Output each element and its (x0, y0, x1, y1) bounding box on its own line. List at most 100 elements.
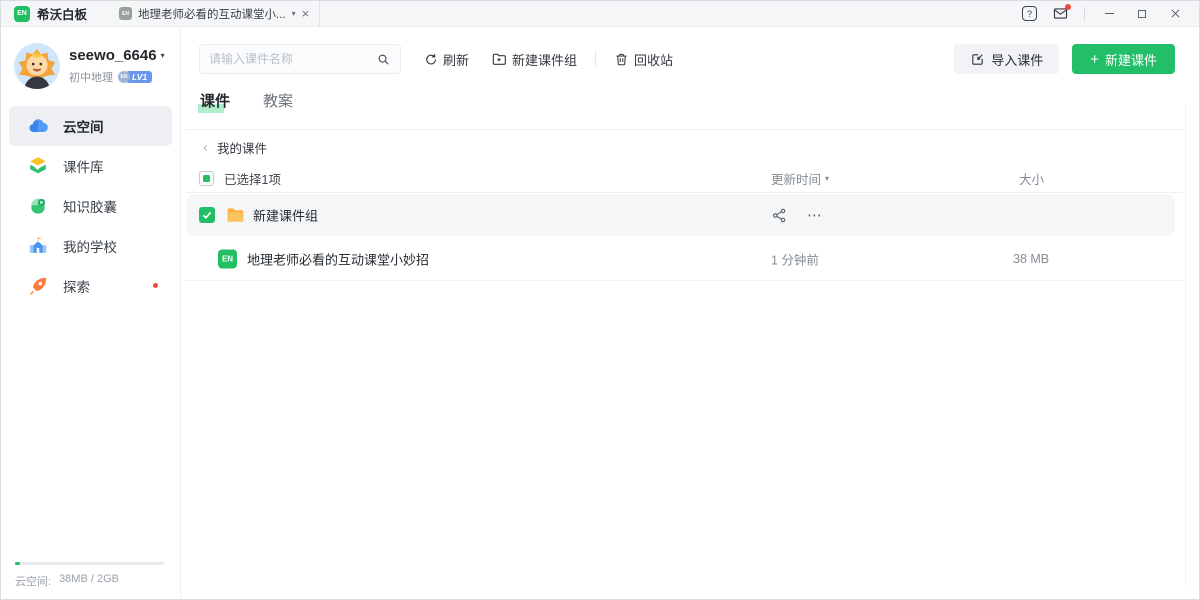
school-icon (27, 235, 49, 257)
recycle-bin-button[interactable]: 回收站 (614, 50, 673, 69)
sidebar-item-courseware-library[interactable]: 课件库 (9, 146, 172, 186)
en-badge-icon: EN (118, 71, 130, 83)
refresh-button[interactable]: 刷新 (423, 50, 469, 69)
divider (186, 129, 1184, 130)
new-group-button[interactable]: 新建课件组 (491, 50, 577, 69)
import-courseware-button[interactable]: 导入课件 (954, 44, 1059, 74)
library-icon (27, 155, 49, 177)
content-tabs: 课件 教案 (200, 90, 293, 111)
app-window: EN 希沃白板 EN 地理老师必看的互动课堂小... ▾ × ? (0, 0, 1200, 600)
rocket-icon (27, 275, 49, 297)
close-button[interactable] (1166, 5, 1184, 23)
sidebar-menu: 云空间 课件库 知识胶囊 (9, 106, 172, 306)
cloud-icon (27, 115, 49, 137)
trash-icon (614, 52, 629, 67)
courseware-file-icon: EN (218, 250, 237, 269)
sidebar-item-cloud-space[interactable]: 云空间 (9, 106, 172, 146)
sidebar-item-explore[interactable]: 探索 (9, 266, 172, 306)
notification-dot (1065, 4, 1071, 10)
table-row-courseware[interactable]: EN 地理老师必看的互动课堂小妙招 1 分钟前 38 MB (187, 238, 1175, 280)
capsule-icon (27, 195, 49, 217)
profile-text: seewo_6646 ▾ 初中地理 EN LV1 (69, 47, 165, 85)
recycle-bin-label: 回收站 (634, 50, 673, 69)
chevron-down-icon[interactable]: ▾ (292, 9, 296, 18)
search-input[interactable] (209, 52, 376, 66)
import-courseware-label: 导入课件 (991, 50, 1043, 69)
row-size: 38 MB (1013, 252, 1049, 266)
titlebar-controls: ? (1022, 5, 1199, 23)
column-time-label: 更新时间 (771, 169, 821, 188)
document-icon: EN (119, 7, 132, 20)
avatar[interactable] (14, 43, 60, 89)
sidebar-item-label: 云空间 (63, 116, 104, 136)
list-header: 已选择1项 更新时间 ▾ 大小 (199, 165, 1175, 191)
storage-value: 38MB / 2GB (59, 573, 119, 589)
search-icon[interactable] (376, 52, 391, 67)
row-updated-time: 1 分钟前 (771, 250, 819, 269)
search-box[interactable] (199, 44, 401, 74)
sidebar: seewo_6646 ▾ 初中地理 EN LV1 云空间 (1, 28, 181, 599)
document-tab-title: 地理老师必看的互动课堂小... (138, 6, 286, 22)
tab-close-icon[interactable]: × (302, 7, 310, 20)
sidebar-item-my-school[interactable]: 我的学校 (9, 226, 172, 266)
tab-courseware[interactable]: 课件 (200, 90, 230, 111)
app-title: 希沃白板 (37, 4, 87, 23)
sidebar-item-label: 探索 (63, 276, 90, 296)
sort-caret-icon: ▾ (825, 174, 829, 183)
column-header-size: 大小 (1019, 169, 1044, 188)
select-all-checkbox[interactable] (199, 171, 214, 186)
chevron-left-icon[interactable]: ‹ (203, 140, 208, 155)
minimize-button[interactable] (1100, 5, 1118, 23)
row-checkbox-checked[interactable] (199, 207, 215, 223)
tab-courseware-label: 课件 (200, 93, 230, 110)
divider (186, 280, 1184, 281)
row-actions: ⋯ (771, 194, 823, 236)
row-name[interactable]: 地理老师必看的互动课堂小妙招 (247, 250, 429, 269)
table-row-folder[interactable]: 新建课件组 ⋯ (187, 194, 1175, 236)
storage-label: 云空间: (15, 573, 51, 589)
storage-progress-fill (15, 562, 20, 565)
chevron-down-icon[interactable]: ▾ (161, 51, 165, 60)
new-courseware-label: 新建课件 (1105, 50, 1157, 69)
tab-lesson-plans[interactable]: 教案 (263, 90, 293, 111)
divider (186, 192, 1184, 193)
toolbar-separator (595, 51, 596, 67)
user-profile[interactable]: seewo_6646 ▾ 初中地理 EN LV1 (14, 43, 165, 89)
refresh-label: 刷新 (443, 50, 469, 69)
titlebar-left: EN 希沃白板 (1, 4, 87, 23)
explore-notification-dot (153, 283, 158, 288)
maximize-button[interactable] (1133, 5, 1151, 23)
username: seewo_6646 (69, 47, 157, 64)
more-actions-icon[interactable]: ⋯ (807, 208, 823, 223)
refresh-icon (423, 52, 438, 67)
new-group-label: 新建课件组 (512, 50, 577, 69)
plus-icon: + (1090, 52, 1099, 67)
titlebar-separator (1084, 7, 1085, 21)
new-courseware-button[interactable]: + 新建课件 (1072, 44, 1175, 74)
column-header-time[interactable]: 更新时间 ▾ (771, 169, 829, 188)
column-size-label: 大小 (1019, 169, 1044, 188)
document-tab[interactable]: EN 地理老师必看的互动课堂小... ▾ × (109, 1, 320, 27)
breadcrumb-label: 我的课件 (217, 138, 267, 157)
folder-plus-icon (491, 51, 507, 67)
selected-count-label: 已选择1项 (224, 169, 281, 188)
subject-label: 初中地理 (69, 69, 113, 85)
sidebar-item-label: 我的学校 (63, 236, 117, 256)
storage-footer: 云空间: 38MB / 2GB (15, 562, 164, 589)
toolbar: 刷新 新建课件组 回收站 导入课件 + 新建课件 (199, 44, 1175, 74)
row-name[interactable]: 新建课件组 (253, 206, 318, 225)
sidebar-item-label: 知识胶囊 (63, 196, 117, 216)
titlebar: EN 希沃白板 EN 地理老师必看的互动课堂小... ▾ × ? (1, 1, 1199, 27)
level-badge: EN LV1 (118, 71, 152, 83)
breadcrumb[interactable]: ‹ 我的课件 (203, 138, 267, 157)
sidebar-item-label: 课件库 (63, 156, 104, 176)
storage-progress-bar (15, 562, 164, 565)
folder-icon (225, 205, 246, 226)
scrollbar-track[interactable] (1185, 104, 1186, 587)
share-icon[interactable] (771, 207, 788, 224)
help-icon[interactable]: ? (1022, 6, 1037, 21)
main-content: 刷新 新建课件组 回收站 导入课件 + 新建课件 (182, 28, 1199, 599)
sidebar-item-knowledge-capsule[interactable]: 知识胶囊 (9, 186, 172, 226)
import-icon (970, 52, 985, 67)
mail-icon[interactable] (1052, 5, 1069, 22)
